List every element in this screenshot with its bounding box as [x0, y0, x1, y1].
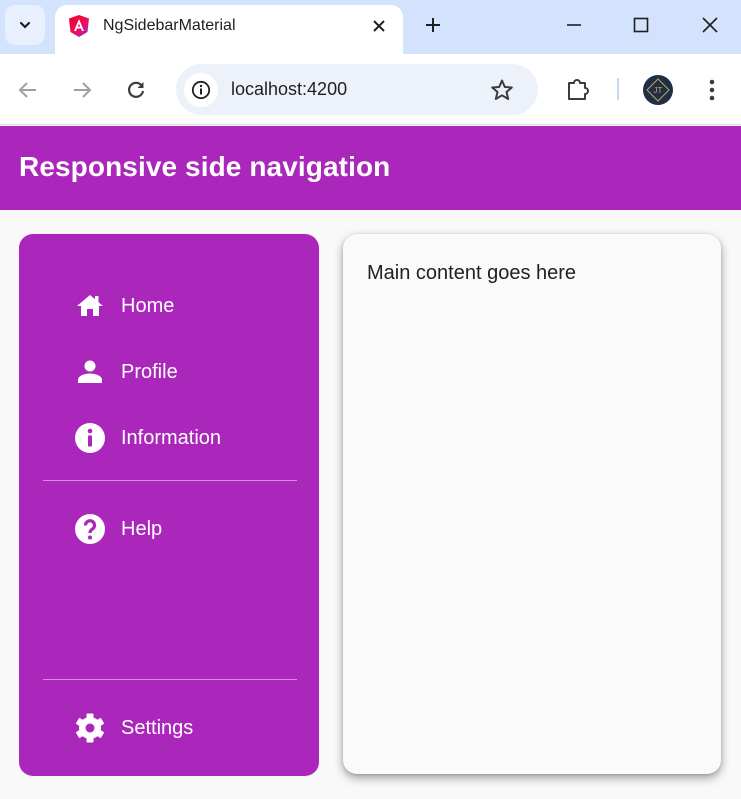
sidenav-item-label: Profile	[121, 360, 178, 383]
browser-tab-active[interactable]: NgSidebarMaterial	[55, 5, 403, 54]
svg-text:JT: JT	[654, 86, 663, 95]
site-info-button[interactable]	[184, 73, 218, 107]
bookmark-button[interactable]	[488, 76, 516, 104]
angular-logo-icon	[69, 15, 89, 37]
sidenav-item-settings[interactable]: Settings	[19, 704, 319, 752]
person-icon	[74, 356, 106, 388]
more-vert-icon	[709, 79, 715, 101]
plus-icon	[426, 18, 440, 32]
sidenav-item-label: Information	[121, 426, 222, 449]
tab-search-button[interactable]	[5, 5, 45, 45]
forward-button[interactable]	[68, 76, 96, 104]
sidenav-item-label: Help	[121, 517, 163, 540]
close-icon	[702, 17, 718, 33]
puzzle-icon	[568, 79, 589, 100]
sidenav: Home Profile Information Help Settings	[19, 234, 319, 776]
page-title: Responsive side navigation	[19, 151, 391, 182]
toolbar-separator	[617, 78, 619, 100]
url-text[interactable]: localhost:4200	[231, 79, 347, 100]
sidenav-item-label: Settings	[121, 716, 194, 739]
new-tab-button[interactable]	[420, 12, 446, 38]
star-icon	[491, 79, 513, 100]
chevron-down-icon	[19, 21, 31, 29]
browser-toolbar: localhost:4200 JT	[0, 54, 741, 125]
sidenav-item-label: Home	[121, 294, 175, 317]
home-icon	[74, 290, 106, 322]
arrow-right-icon	[74, 82, 92, 98]
address-bar[interactable]: localhost:4200	[176, 64, 538, 115]
main-content-card: Main content goes here	[343, 234, 721, 774]
reload-icon	[128, 81, 145, 98]
help-icon	[74, 513, 106, 545]
back-button[interactable]	[14, 76, 42, 104]
profile-avatar-icon: JT	[646, 78, 670, 102]
tab-title: NgSidebarMaterial	[103, 17, 236, 34]
minimize-button[interactable]	[561, 12, 587, 38]
window-close-button[interactable]	[697, 12, 723, 38]
tab-close-button[interactable]	[367, 14, 391, 38]
settings-icon	[74, 712, 106, 744]
close-icon	[373, 20, 385, 32]
maximize-icon	[633, 17, 649, 33]
sidenav-divider	[43, 679, 297, 680]
main-content-text: Main content goes here	[367, 262, 577, 284]
info-icon	[191, 80, 211, 100]
info-icon	[74, 422, 106, 454]
browser-tabstrip: NgSidebarMaterial	[0, 0, 741, 54]
profile-avatar[interactable]: JT	[643, 75, 673, 105]
sidenav-item-home[interactable]: Home	[19, 282, 319, 330]
sidenav-item-profile[interactable]: Profile	[19, 348, 319, 396]
arrow-left-icon	[18, 82, 36, 98]
browser-menu-button[interactable]	[700, 76, 724, 104]
minimize-icon	[567, 24, 581, 26]
maximize-button[interactable]	[628, 12, 654, 38]
app-toolbar: Responsive side navigation	[0, 126, 741, 210]
reload-button[interactable]	[122, 76, 150, 104]
sidenav-item-information[interactable]: Information	[19, 414, 319, 462]
sidenav-divider	[43, 480, 297, 481]
extensions-button[interactable]	[563, 75, 593, 105]
sidenav-item-help[interactable]: Help	[19, 505, 319, 553]
